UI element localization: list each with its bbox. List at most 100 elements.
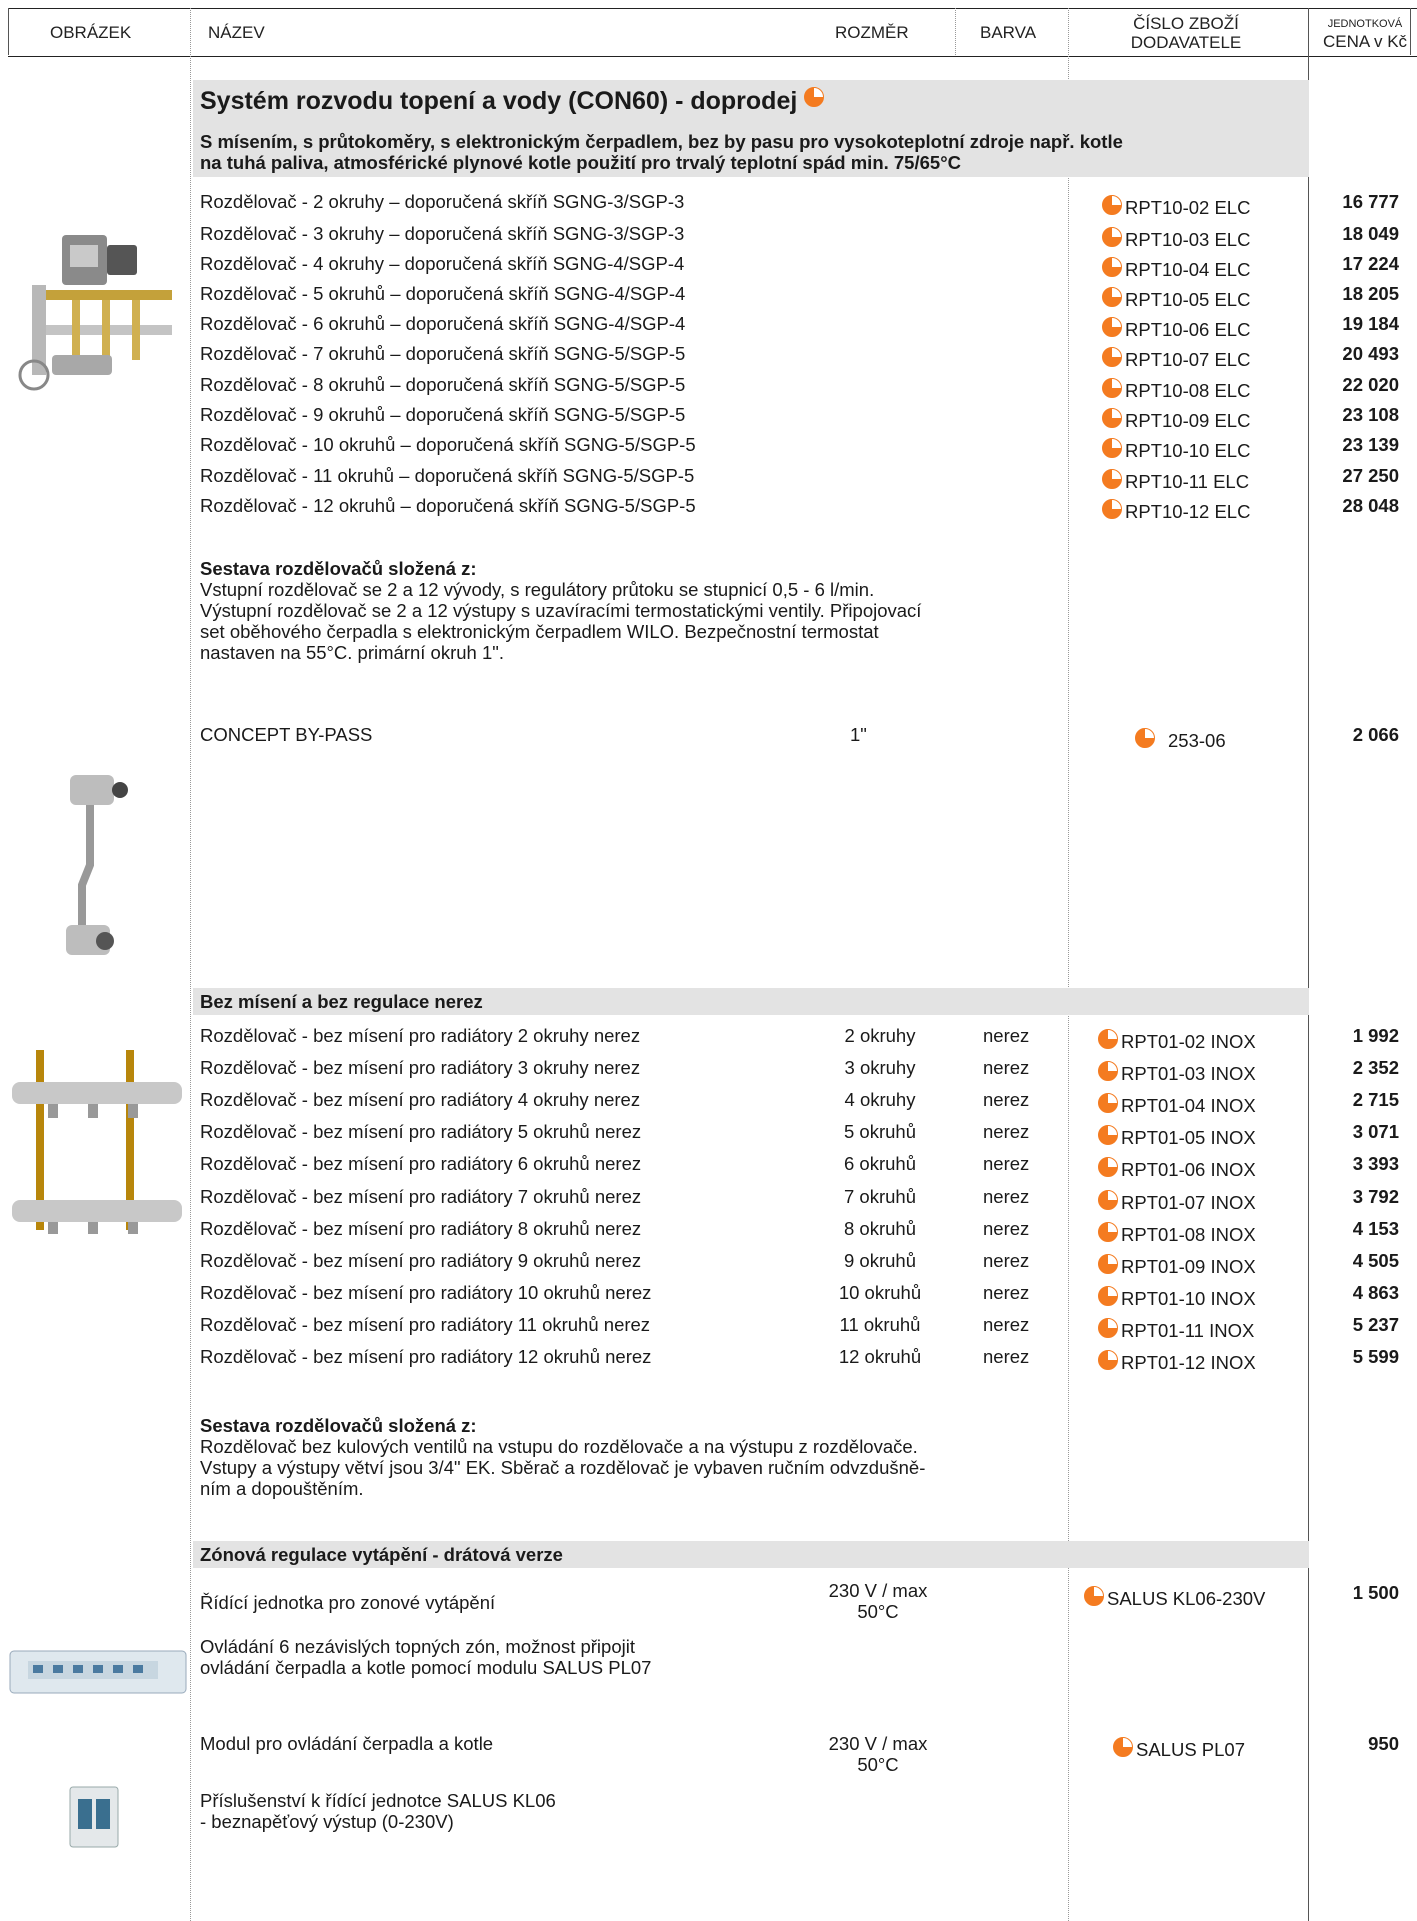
manifold-steel-image bbox=[12, 1050, 182, 1234]
section1-item-price: 17 224 bbox=[1342, 253, 1399, 274]
section2-item-color: nerez bbox=[983, 1025, 1030, 1046]
pie-icon bbox=[1102, 347, 1122, 367]
header-cislo-line1: ČÍSLO ZBOŽÍ bbox=[1133, 13, 1239, 33]
section2-item-code-text: RPT01-12 INOX bbox=[1121, 1352, 1256, 1373]
section2-item-code-text: RPT01-03 INOX bbox=[1121, 1063, 1256, 1084]
section1-item-code: RPT10-05 ELC bbox=[1102, 287, 1251, 311]
col-divider bbox=[190, 8, 191, 1921]
pie-icon bbox=[1102, 317, 1122, 337]
col-divider bbox=[955, 8, 956, 55]
section1-item-code: RPT10-10 ELC bbox=[1102, 438, 1251, 462]
salus-kl06-price: 1 500 bbox=[1352, 1582, 1399, 1603]
pie-icon bbox=[1113, 1737, 1133, 1757]
pie-icon bbox=[1102, 195, 1122, 215]
section1-item-name: Rozdělovač - 9 okruhů – doporučená skříň… bbox=[200, 404, 686, 425]
pie-icon bbox=[1102, 469, 1122, 489]
salus-pl07-price: 950 bbox=[1368, 1733, 1399, 1754]
pie-icon bbox=[1102, 408, 1122, 428]
pie-icon bbox=[1102, 287, 1122, 307]
section2-item-size: 5 okruhů bbox=[844, 1121, 916, 1142]
section2-item-name: Rozdělovač - bez mísení pro radiátory 5 … bbox=[200, 1121, 642, 1142]
pie-icon bbox=[1102, 378, 1122, 398]
section2-item-price: 1 992 bbox=[1352, 1025, 1399, 1046]
section2-item-color: nerez bbox=[983, 1282, 1030, 1303]
section1-item-code: RPT10-04 ELC bbox=[1102, 257, 1251, 281]
section1-desc-line: nastaven na 55°C. primární okruh 1". bbox=[200, 642, 504, 663]
salus-pl07-size-line2: 50°C bbox=[857, 1754, 899, 1775]
section1-item-price: 20 493 bbox=[1342, 343, 1399, 364]
section2-item-size: 12 okruhů bbox=[838, 1346, 922, 1367]
header-cena-line1: JEDNOTKOVÁ bbox=[1327, 17, 1403, 30]
section1-item-price: 23 108 bbox=[1342, 404, 1399, 425]
section2-item-code: RPT01-04 INOX bbox=[1098, 1093, 1256, 1117]
section2-item-size: 8 okruhů bbox=[844, 1218, 916, 1239]
section1-item-code: RPT10-12 ELC bbox=[1102, 499, 1250, 523]
section2-item-code-text: RPT01-09 INOX bbox=[1121, 1256, 1256, 1277]
section2-item-code-text: RPT01-07 INOX bbox=[1121, 1192, 1256, 1213]
section1-item-price: 27 250 bbox=[1342, 465, 1399, 486]
section2-item-size: 2 okruhy bbox=[844, 1025, 916, 1046]
section2-item-code: RPT01-06 INOX bbox=[1098, 1157, 1256, 1181]
section1-item-code-text: RPT10-02 ELC bbox=[1125, 197, 1251, 218]
pie-icon bbox=[1098, 1157, 1118, 1177]
bypass-name: CONCEPT BY-PASS bbox=[200, 724, 373, 745]
salus-pl07-size-line1: 230 V / max bbox=[828, 1733, 928, 1754]
pie-icon bbox=[1098, 1125, 1118, 1145]
section1-item-name: Rozdělovač - 11 okruhů – doporučená skří… bbox=[200, 465, 695, 486]
section2-item-name: Rozdělovač - bez mísení pro radiátory 11… bbox=[200, 1314, 651, 1335]
section2-item-color: nerez bbox=[983, 1186, 1030, 1207]
section1-item-price: 16 777 bbox=[1342, 191, 1399, 212]
pie-icon bbox=[1098, 1350, 1118, 1370]
section2-desc-line: Vstupy a výstupy větví jsou 3/4" EK. Sbě… bbox=[200, 1457, 926, 1478]
section2-item-price: 2 352 bbox=[1352, 1057, 1399, 1078]
section1-subtitle: S mísením, s průtokoměry, s elektronický… bbox=[200, 131, 1123, 173]
section2-item-price: 3 792 bbox=[1352, 1186, 1399, 1207]
section2-item-color: nerez bbox=[983, 1218, 1030, 1239]
bypass-image bbox=[66, 775, 128, 955]
salus-kl06-desc-line: Ovládání 6 nezávislých topných zón, možn… bbox=[200, 1636, 635, 1657]
section1-item-code: RPT10-07 ELC bbox=[1102, 347, 1250, 371]
section2-title: Bez mísení a bez regulace nerez bbox=[200, 991, 483, 1012]
pie-icon bbox=[1102, 499, 1122, 519]
header-obrazek: OBRÁZEK bbox=[50, 22, 132, 42]
section2-item-code: RPT01-02 INOX bbox=[1098, 1029, 1256, 1053]
table-header: OBRÁZEK NÁZEV ROZMĚR BARVA ČÍSLO ZBOŽÍ D… bbox=[8, 8, 1417, 57]
section2-item-code-text: RPT01-11 INOX bbox=[1121, 1320, 1255, 1341]
salus-kl06-description: Ovládání 6 nezávislých topných zón, možn… bbox=[200, 1636, 651, 1678]
section2-item-price: 4 863 bbox=[1352, 1282, 1399, 1303]
section1-item-code: RPT10-06 ELC bbox=[1102, 317, 1250, 341]
section2-item-code: RPT01-03 INOX bbox=[1098, 1061, 1256, 1085]
section2-item-name: Rozdělovač - bez mísení pro radiátory 6 … bbox=[200, 1153, 642, 1174]
section2-item-name: Rozdělovač - bez mísení pro radiátory 9 … bbox=[200, 1250, 642, 1271]
section1-desc-title: Sestava rozdělovačů složená z: bbox=[200, 558, 477, 579]
section1-subtitle-line2: na tuhá paliva, atmosférické plynové kot… bbox=[200, 152, 961, 173]
section2-description: Sestava rozdělovačů složená z: Rozdělova… bbox=[200, 1415, 1060, 1499]
section1-item-code-text: RPT10-05 ELC bbox=[1125, 289, 1251, 310]
section2-item-size: 3 okruhy bbox=[844, 1057, 916, 1078]
salus-kl06-desc-line: ovládání čerpadla a kotle pomocí modulu … bbox=[200, 1657, 652, 1678]
section1-item-code: RPT10-11 ELC bbox=[1102, 469, 1249, 493]
section1-item-price: 22 020 bbox=[1342, 374, 1399, 395]
section2-item-code-text: RPT01-04 INOX bbox=[1121, 1095, 1256, 1116]
salus-kl06-size: 230 V / max 50°C bbox=[818, 1580, 938, 1622]
salus-pl07-code-text: SALUS PL07 bbox=[1136, 1739, 1246, 1760]
section1-item-name: Rozdělovač - 7 okruhů – doporučená skříň… bbox=[200, 343, 686, 364]
section1-title: Systém rozvodu topení a vody (CON60) - d… bbox=[200, 87, 827, 116]
salus-kl06-name: Řídící jednotka pro zonové vytápění bbox=[200, 1592, 496, 1613]
section2-item-code: RPT01-07 INOX bbox=[1098, 1190, 1256, 1214]
section2-item-color: nerez bbox=[983, 1121, 1030, 1142]
section1-item-code: RPT10-09 ELC bbox=[1102, 408, 1250, 432]
section1-item-code-text: RPT10-04 ELC bbox=[1125, 259, 1251, 280]
section2-item-code: RPT01-08 INOX bbox=[1098, 1222, 1256, 1246]
section1-item-price: 19 184 bbox=[1342, 313, 1399, 334]
header-cena-line2: CENA v Kč bbox=[1322, 31, 1408, 51]
section1-item-code-text: RPT10-10 ELC bbox=[1125, 440, 1251, 461]
section1-item-code-text: RPT10-03 ELC bbox=[1125, 229, 1251, 250]
salus-pl07-name: Modul pro ovládání čerpadla a kotle bbox=[200, 1733, 494, 1754]
section2-desc-line: Rozdělovač bez kulových ventilů na vstup… bbox=[200, 1436, 918, 1457]
section2-item-code-text: RPT01-08 INOX bbox=[1121, 1224, 1256, 1245]
salus-kl06-size-line1: 230 V / max bbox=[828, 1580, 928, 1601]
pie-icon bbox=[1098, 1029, 1118, 1049]
col-divider bbox=[1068, 8, 1069, 1921]
section2-item-color: nerez bbox=[983, 1089, 1030, 1110]
